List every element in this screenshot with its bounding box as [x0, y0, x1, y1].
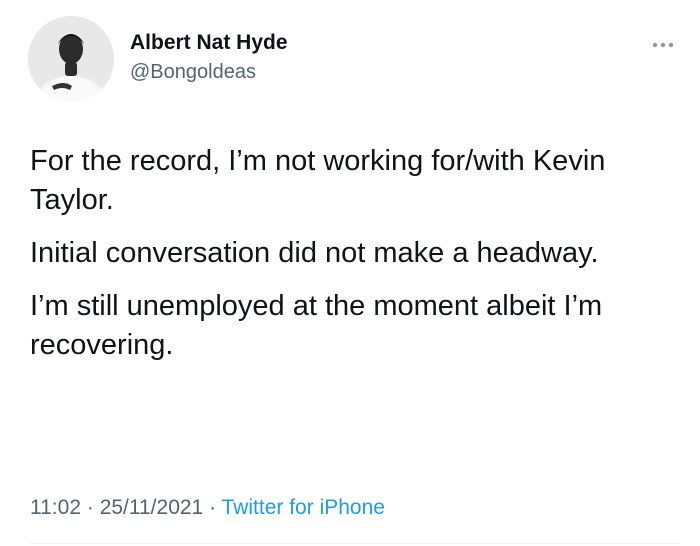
tweet-text: For the record, I’m not working for/with…	[30, 142, 670, 379]
tweet-meta: 11:02 · 25/11/2021 · Twitter for iPhone	[30, 495, 385, 521]
meta-separator: ·	[86, 496, 94, 519]
avatar[interactable]	[28, 16, 114, 102]
display-name[interactable]: Albert Nat Hyde	[130, 30, 288, 56]
author-names: Albert Nat Hyde @Bongoldeas	[130, 30, 288, 85]
tweet-time[interactable]: 11:02	[30, 496, 81, 519]
profile-photo-icon	[28, 16, 114, 102]
tweet-source-link[interactable]: Twitter for iPhone	[222, 496, 385, 519]
tweet-header: Albert Nat Hyde @Bongoldeas	[28, 16, 678, 106]
tweet-paragraph: Initial conversation did not make a head…	[30, 237, 599, 269]
tweet-paragraph: I’m still unemployed at the moment albei…	[30, 290, 603, 361]
more-dots-icon	[652, 42, 674, 48]
tweet-date[interactable]: 25/11/2021	[100, 496, 204, 519]
more-options-button[interactable]	[648, 38, 678, 52]
tweet-card: Albert Nat Hyde @Bongoldeas For the reco…	[0, 0, 700, 546]
tweet-paragraph: For the record, I’m not working for/with…	[30, 145, 606, 216]
divider	[30, 543, 680, 544]
meta-separator: ·	[209, 496, 217, 519]
user-handle[interactable]: @Bongoldeas	[130, 59, 288, 85]
